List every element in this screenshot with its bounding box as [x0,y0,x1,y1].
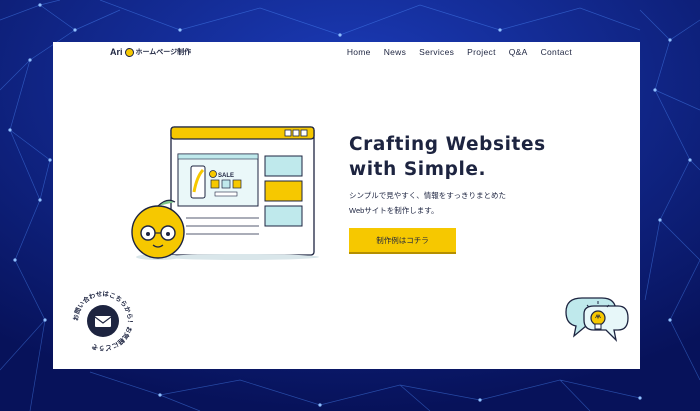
nav-home[interactable]: Home [347,47,371,57]
page-window: Ari ホームページ制作 Home News Services Project … [53,42,640,369]
logo-text: Ari [110,47,123,57]
hero-illustration: SALE [131,126,319,260]
headline-line-2: with Simple. [349,159,487,180]
mail-icon [94,316,112,327]
description-line-2: Webサイトを制作します。 [349,206,439,215]
chat-bubble-icon [565,297,629,342]
nav-news[interactable]: News [384,47,406,57]
main-nav: Home News Services Project Q&A Contact [347,47,572,57]
site-logo[interactable]: Ari ホームページ制作 [110,47,191,57]
browser-window-icon: SALE [170,126,315,256]
description-line-1: シンプルで見やすく、情報をすっきりまとめた [349,191,506,200]
headline-line-1: Crafting Websites [349,134,546,155]
nav-project[interactable]: Project [467,47,496,57]
logo-subtitle: ホームページ制作 [135,49,192,56]
nav-qa[interactable]: Q&A [509,47,528,57]
contact-badge[interactable]: お問い合わせはこちらから！お気軽にどうぞ [67,285,139,357]
hero-headline: Crafting Websites with Simple. [349,132,609,182]
portfolio-button[interactable]: 制作例はコチラ [349,228,456,254]
nav-services[interactable]: Services [419,47,454,57]
sale-label: SALE [218,173,234,179]
hero-description: シンプルで見やすく、情報をすっきりまとめた Webサイトを制作します。 [349,188,506,218]
nav-contact[interactable]: Contact [541,47,572,57]
logo-orange-icon [124,47,134,57]
